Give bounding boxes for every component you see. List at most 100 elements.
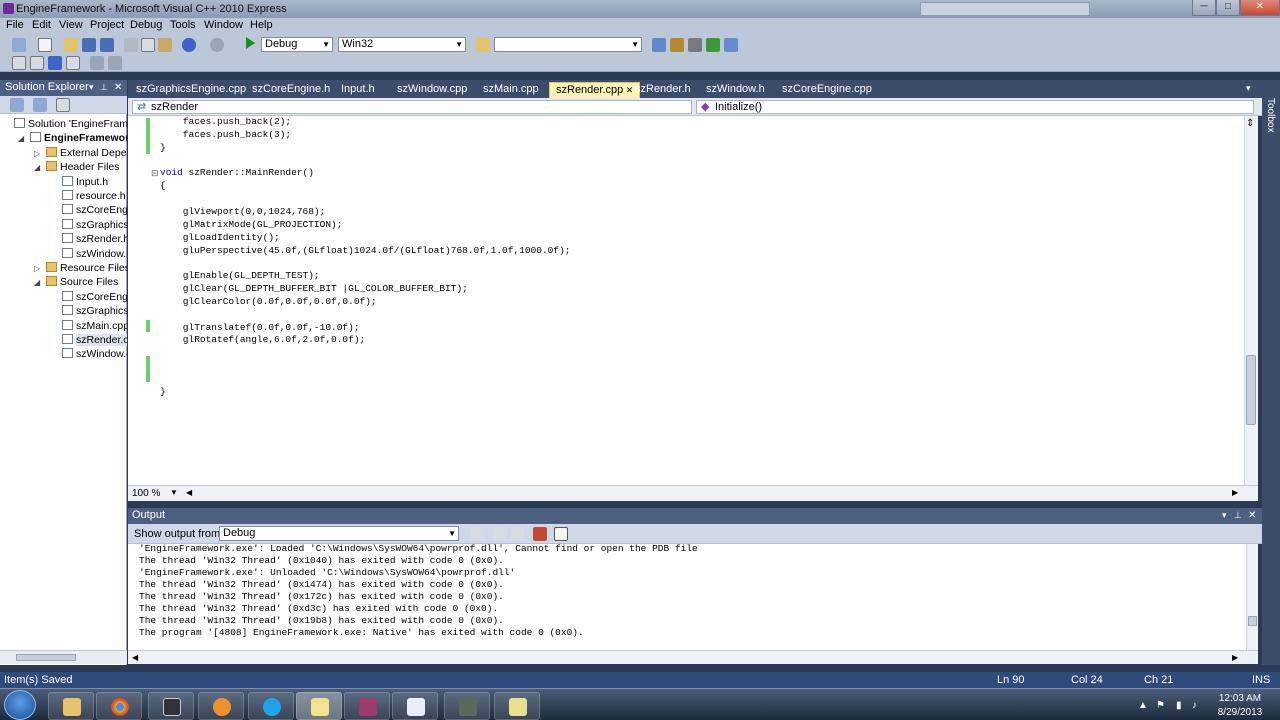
taskbar-steam[interactable]	[148, 692, 194, 720]
output-close-icon[interactable]: ✕	[1248, 508, 1256, 523]
tree-item[interactable]: Solution 'EngineFrame	[14, 118, 127, 130]
start-button[interactable]	[4, 690, 36, 720]
cut-icon[interactable]	[124, 38, 138, 52]
solution-platform-dropdown[interactable]: Win32 ▼	[338, 37, 466, 52]
next-message-icon[interactable]	[510, 527, 524, 541]
view-code-icon[interactable]	[56, 98, 70, 112]
taskbar-winrar[interactable]	[344, 692, 390, 720]
tab-szcoreengine-h[interactable]: szCoreEngine.h	[246, 82, 336, 98]
taskbar-visual-studio[interactable]	[296, 692, 342, 720]
word-wrap-icon[interactable]	[554, 527, 568, 541]
tray-show-hidden-icon[interactable]: ▲	[1138, 700, 1148, 711]
tree-item[interactable]: Input.h	[62, 176, 127, 188]
taskbar-chrome[interactable]	[96, 692, 142, 720]
tree-item[interactable]: szCoreEngi	[62, 204, 127, 216]
tab-szcoreengine-cpp[interactable]: szCoreEngine.cpp	[776, 82, 878, 98]
tree-item[interactable]: szRender.cp	[62, 334, 127, 346]
tools-icon[interactable]	[688, 38, 702, 52]
tree-item[interactable]: szGraphicsE	[62, 219, 127, 231]
find-in-files-icon[interactable]	[476, 38, 490, 52]
paste-icon[interactable]	[158, 38, 172, 52]
tab-szmain-cpp[interactable]: szMain.cpp	[477, 82, 545, 98]
tree-item[interactable]: szCoreEngi	[62, 291, 127, 303]
solution-explorer-hscrollbar[interactable]	[0, 650, 127, 664]
collapse-outline-icon[interactable]: ⊟	[151, 168, 159, 179]
class-scope-dropdown[interactable]: ⇄ szRender	[132, 100, 692, 114]
tree-folder[interactable]: Resource Files	[46, 262, 127, 274]
tree-expander-icon[interactable]: ◢	[34, 278, 40, 287]
output-hscrollbar[interactable]: ◀ ▶	[128, 650, 1258, 664]
tree-item[interactable]: szWindow.h	[62, 248, 127, 260]
save-icon[interactable]	[82, 38, 96, 52]
show-all-files-icon[interactable]	[33, 98, 47, 112]
output-pin-icon[interactable]: ⊥	[1234, 508, 1242, 523]
tree-expander-icon[interactable]: ◢	[18, 134, 24, 143]
minimize-button[interactable]: ─	[1192, 0, 1216, 16]
font-size-icon[interactable]	[66, 56, 80, 70]
output-vscrollbar[interactable]	[1246, 544, 1258, 650]
menu-file[interactable]: File	[6, 19, 24, 31]
panel-close-icon[interactable]: ✕	[114, 80, 122, 95]
menu-debug[interactable]: Debug	[130, 19, 162, 31]
tab-szrender-h[interactable]: szRender.h	[629, 82, 697, 98]
toolbox-label[interactable]: Toolbox	[1265, 98, 1276, 132]
taskbar-chart-app[interactable]	[494, 692, 540, 720]
tab-szwindow-h[interactable]: szWindow.h	[700, 82, 771, 98]
menu-view[interactable]: View	[59, 19, 83, 31]
maximize-button[interactable]: □	[1216, 0, 1240, 16]
tray-network-icon[interactable]: ▮	[1176, 700, 1182, 711]
tray-flag-icon[interactable]: ⚑	[1156, 700, 1165, 711]
tab-input-h[interactable]: Input.h	[335, 82, 381, 98]
copy-icon[interactable]	[141, 38, 155, 52]
clear-all-icon[interactable]	[533, 527, 547, 541]
new-project-icon[interactable]	[12, 38, 26, 52]
properties-view-icon[interactable]	[10, 98, 24, 112]
tab-szwindow-cpp[interactable]: szWindow.cpp	[391, 82, 473, 98]
member-scope-dropdown[interactable]: ◆ Initialize()	[696, 100, 1254, 114]
panel-dropdown-icon[interactable]: ▾	[89, 80, 94, 95]
editor-vscrollbar[interactable]	[1244, 116, 1258, 485]
zoom-dropdown-icon[interactable]: ▼	[170, 488, 178, 497]
output-dropdown-icon[interactable]: ▾	[1222, 508, 1227, 523]
scroll-right-icon[interactable]: ▶	[1232, 488, 1238, 497]
menu-window[interactable]: Window	[204, 19, 243, 31]
tree-item[interactable]: EngineFramework	[30, 132, 127, 144]
output-scroll-thumb[interactable]	[1248, 616, 1257, 626]
object-browser-icon[interactable]	[706, 38, 720, 52]
tree-item[interactable]: szWindow.c	[62, 348, 127, 360]
open-file-icon[interactable]	[64, 38, 78, 52]
find-message-icon[interactable]	[471, 527, 485, 541]
title-search-field[interactable]	[920, 2, 1090, 16]
clock-date[interactable]: 8/29/2013	[1210, 707, 1270, 718]
tree-expander-icon[interactable]: ▷	[34, 149, 40, 158]
tab-szrender-cpp[interactable]: szRender.cpp ✕	[549, 82, 641, 98]
menu-edit[interactable]: Edit	[32, 19, 51, 31]
add-item-icon[interactable]	[38, 38, 52, 52]
text-editor-tool-2-icon[interactable]	[30, 56, 44, 70]
split-editor-icon[interactable]: ⇕	[1246, 118, 1254, 129]
save-all-icon[interactable]	[100, 38, 114, 52]
toolbox-side-tab[interactable]: Toolbox	[1262, 80, 1280, 665]
clock-time[interactable]: 12:03 AM	[1210, 693, 1270, 704]
tree-item[interactable]: resource.h	[62, 190, 127, 202]
taskbar-blender[interactable]	[198, 692, 244, 720]
menu-project[interactable]: Project	[90, 19, 124, 31]
redo-icon[interactable]	[210, 38, 224, 52]
zoom-level[interactable]: 100 %	[132, 488, 160, 499]
start-debugging-icon[interactable]	[246, 37, 255, 49]
output-scroll-right-icon[interactable]: ▶	[1232, 653, 1238, 662]
undo-icon[interactable]	[182, 38, 196, 52]
menu-help[interactable]: Help	[250, 19, 273, 31]
uncomment-lines-icon[interactable]	[108, 56, 122, 70]
find-dropdown[interactable]: ▼	[494, 37, 642, 52]
solution-configuration-dropdown[interactable]: Debug ▼	[261, 37, 333, 52]
taskbar-explorer[interactable]	[48, 692, 94, 720]
taskbar-skype[interactable]	[248, 692, 294, 720]
text-editor-tool-3-icon[interactable]	[48, 56, 62, 70]
tree-folder[interactable]: Header Files	[46, 161, 127, 173]
editor-scroll-thumb[interactable]	[1246, 355, 1256, 425]
tab-overflow-icon[interactable]: ▾	[1246, 83, 1251, 94]
tree-expander-icon[interactable]: ▷	[34, 264, 40, 273]
tree-expander-icon[interactable]: ◢	[34, 163, 40, 172]
tree-item[interactable]: szGraphicsE	[62, 305, 127, 317]
